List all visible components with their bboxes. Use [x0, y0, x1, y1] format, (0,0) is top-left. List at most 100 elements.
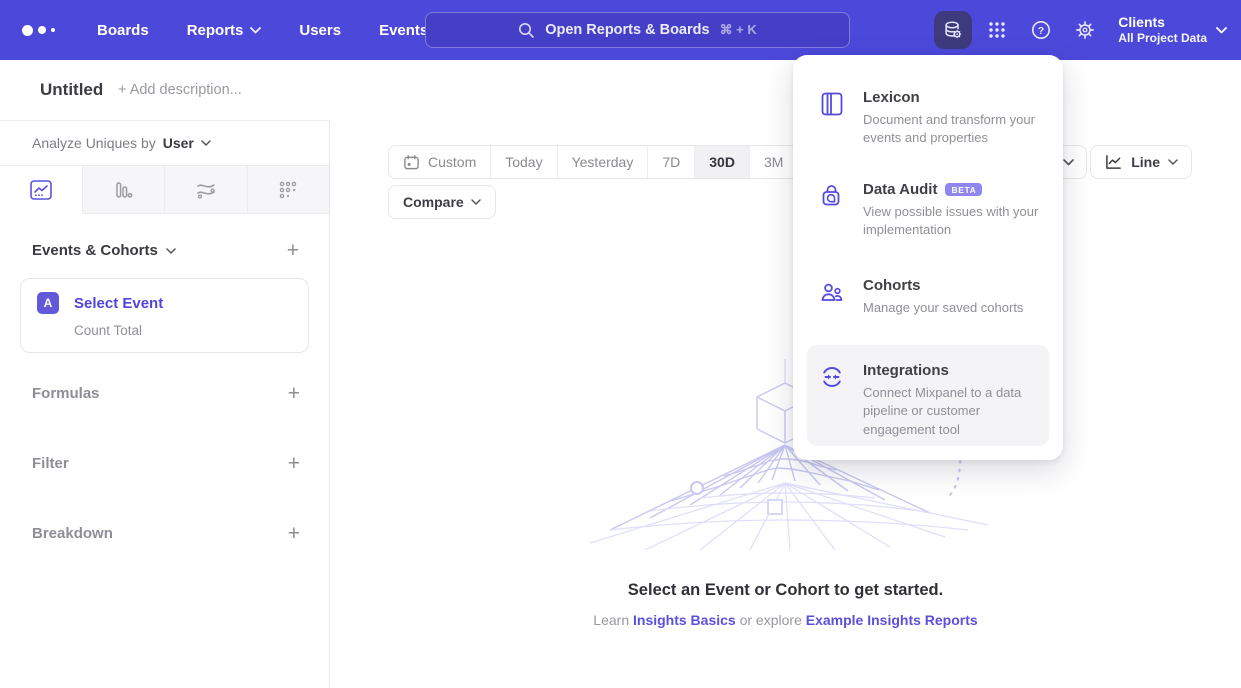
query-sidebar: Analyze Uniques by User	[0, 120, 330, 688]
help-button[interactable]: ?	[1022, 11, 1060, 49]
search-icon	[518, 22, 535, 39]
project-scope: All Project Data	[1118, 31, 1207, 46]
learn-prefix: Learn	[593, 612, 629, 628]
filter-section[interactable]: Filter +	[0, 453, 330, 474]
events-cohorts-header[interactable]: Events & Cohorts +	[0, 240, 329, 261]
events-cohorts-label: Events & Cohorts	[32, 242, 158, 259]
mixpanel-logo[interactable]	[22, 25, 55, 36]
formulas-section[interactable]: Formulas +	[0, 383, 330, 404]
cohorts-people-icon	[819, 279, 845, 305]
description-placeholder[interactable]: + Add description...	[118, 82, 242, 98]
chart-type-selector[interactable]: Line	[1090, 145, 1192, 179]
search-placeholder: Open Reports & Boards	[545, 22, 709, 38]
analyze-uniques-selector[interactable]: Analyze Uniques by User	[0, 121, 329, 166]
settings-button[interactable]	[1066, 11, 1104, 49]
beta-badge: BETA	[945, 183, 982, 197]
svg-text:?: ?	[1038, 25, 1044, 37]
chart-type-tabs	[0, 166, 329, 214]
gear-icon	[1074, 19, 1096, 41]
nav-item-label: Boards	[97, 22, 149, 39]
menu-item-description: Document and transform your events and p…	[863, 111, 1045, 148]
data-management-button[interactable]	[934, 11, 972, 49]
compare-label: Compare	[403, 194, 464, 210]
nav-item-boards[interactable]: Boards	[97, 22, 149, 39]
range-label: 7D	[662, 154, 680, 170]
compare-button[interactable]: Compare	[388, 185, 496, 219]
chart-type-label: Line	[1131, 154, 1160, 170]
data-management-menu: Lexicon Document and transform your even…	[793, 55, 1063, 460]
analyze-value: User	[163, 135, 194, 151]
menu-item-description: Connect Mixpanel to a data pipeline or c…	[863, 384, 1045, 439]
nav-items: Boards Reports Users Events	[97, 22, 428, 39]
chevron-down-icon	[1168, 159, 1178, 165]
chevron-down-icon	[201, 140, 211, 146]
chevron-down-icon	[471, 199, 481, 205]
range-custom[interactable]: Custom	[389, 146, 490, 178]
menu-item-data-audit[interactable]: Data Audit BETA View possible issues wit…	[793, 181, 1063, 240]
explore-text: or explore	[740, 612, 802, 628]
line-chart-icon	[1104, 154, 1123, 171]
calendar-icon	[403, 154, 420, 171]
empty-state-title: Select an Event or Cohort to get started…	[330, 581, 1241, 600]
database-gear-icon	[942, 19, 964, 41]
count-total-selector[interactable]: Count Total	[74, 323, 292, 338]
empty-state-links: Learn Insights Basics or explore Example…	[330, 612, 1241, 628]
range-label: 3M	[764, 154, 783, 170]
add-breakdown-button[interactable]: +	[288, 523, 300, 544]
event-card[interactable]: A Select Event Count Total	[20, 278, 309, 353]
nav-item-reports[interactable]: Reports	[187, 22, 262, 39]
nav-right-cluster: ? Clients All Project Data	[934, 0, 1227, 60]
breakdown-section[interactable]: Breakdown +	[0, 523, 330, 544]
menu-item-description: View possible issues with your implement…	[863, 203, 1045, 240]
menu-item-title: Integrations	[863, 362, 949, 379]
nav-item-label: Reports	[187, 22, 244, 39]
range-7d[interactable]: 7D	[647, 146, 694, 178]
add-formula-button[interactable]: +	[288, 383, 300, 404]
range-label: Custom	[428, 154, 476, 170]
chart-area: Custom Today Yesterday 7D 30D 3M 6M 12M …	[330, 120, 1241, 688]
add-filter-button[interactable]: +	[288, 453, 300, 474]
menu-item-title: Cohorts	[863, 277, 921, 294]
formulas-label: Formulas	[32, 385, 100, 402]
grid-dots-icon	[987, 20, 1007, 40]
stream-flow-icon	[195, 180, 217, 200]
tab-flow-chart[interactable]	[165, 166, 248, 213]
range-label: Yesterday	[572, 154, 634, 170]
lexicon-book-icon	[819, 91, 845, 117]
top-nav: Boards Reports Users Events Open Reports…	[0, 0, 1241, 60]
menu-item-description: Manage your saved cohorts	[863, 299, 1045, 317]
search-shortcut: ⌘ + K	[720, 22, 757, 38]
dots-grid-icon	[278, 180, 298, 200]
menu-item-integrations[interactable]: Integrations Connect Mixpanel to a data …	[807, 345, 1049, 446]
tab-bar-chart[interactable]	[83, 166, 166, 213]
range-30d-selected[interactable]: 30D	[694, 146, 749, 178]
filter-label: Filter	[32, 455, 69, 472]
range-today[interactable]: Today	[490, 146, 556, 178]
nav-item-label: Users	[299, 22, 341, 39]
chevron-down-icon	[1063, 159, 1074, 166]
event-letter-badge: A	[37, 292, 59, 314]
line-chart-icon	[30, 180, 52, 200]
tab-insights-line[interactable]	[0, 166, 83, 214]
nav-item-events[interactable]: Events	[379, 22, 428, 39]
menu-item-lexicon[interactable]: Lexicon Document and transform your even…	[793, 89, 1063, 148]
menu-item-title: Data Audit	[863, 181, 937, 198]
menu-item-cohorts[interactable]: Cohorts Manage your saved cohorts	[793, 277, 1063, 317]
apps-grid-button[interactable]	[978, 11, 1016, 49]
add-event-button[interactable]: +	[287, 240, 299, 261]
example-reports-link[interactable]: Example Insights Reports	[806, 612, 978, 628]
data-audit-icon	[819, 183, 845, 209]
chevron-down-icon	[250, 27, 261, 34]
range-3m[interactable]: 3M	[749, 146, 797, 178]
report-title[interactable]: Untitled	[40, 80, 103, 100]
project-selector[interactable]: Clients All Project Data	[1118, 14, 1227, 47]
tab-metrics-grid[interactable]	[248, 166, 330, 213]
search-input[interactable]: Open Reports & Boards ⌘ + K	[425, 12, 850, 48]
nav-item-users[interactable]: Users	[299, 22, 341, 39]
range-label: 30D	[709, 154, 735, 170]
range-yesterday[interactable]: Yesterday	[557, 146, 648, 178]
chevron-down-icon	[1216, 27, 1227, 34]
nav-item-label: Events	[379, 22, 428, 39]
select-event-label[interactable]: Select Event	[74, 295, 163, 312]
insights-basics-link[interactable]: Insights Basics	[633, 612, 736, 628]
